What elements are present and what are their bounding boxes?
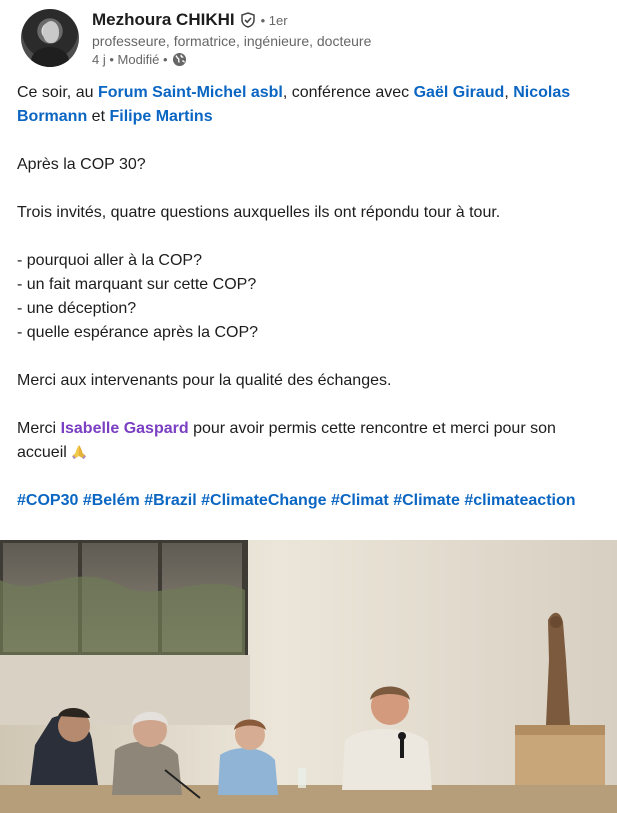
- mention-filipe-martins[interactable]: Filipe Martins: [109, 108, 212, 125]
- question-item: - un fait marquant sur cette COP?: [17, 276, 257, 293]
- thanks-line: Merci aux intervenants pour la qualité d…: [17, 372, 392, 389]
- text-segment: , conférence avec: [282, 84, 414, 101]
- author-name-row: Mezhoura CHIKHI • 1er: [92, 9, 288, 31]
- question-item: - une déception?: [17, 300, 137, 317]
- hashtag-belem[interactable]: #Belém: [83, 492, 140, 509]
- text-segment: Merci: [17, 420, 61, 437]
- text-segment: et: [87, 108, 110, 125]
- text-segment: Ce soir, au: [17, 84, 98, 101]
- mention-forum-saint-michel[interactable]: Forum Saint-Michel asbl: [98, 84, 283, 101]
- hashtag-cop30[interactable]: #COP30: [17, 492, 78, 509]
- post-text: Ce soir, au Forum Saint-Michel asbl, con…: [17, 81, 602, 513]
- post-photo[interactable]: [0, 540, 617, 813]
- question-item: - pourquoi aller à la COP?: [17, 252, 202, 269]
- question-title: Après la COP 30?: [17, 156, 146, 173]
- globe-icon: [172, 52, 186, 67]
- mention-gael-giraud[interactable]: Gaël Giraud: [414, 84, 505, 101]
- conference-photo: [0, 540, 617, 813]
- hashtag-climateaction[interactable]: #climateaction: [464, 492, 575, 509]
- post-time: 4 j • Modifié •: [92, 52, 168, 67]
- merci-line: Merci Isabelle Gaspard pour avoir permis…: [17, 417, 602, 465]
- praying-hands-icon: [71, 445, 86, 460]
- mention-isabelle-gaspard[interactable]: Isabelle Gaspard: [61, 420, 189, 437]
- text-segment: ,: [504, 84, 514, 101]
- hashtag-brazil[interactable]: #Brazil: [144, 492, 196, 509]
- intro-line: Ce soir, au Forum Saint-Michel asbl, con…: [17, 81, 602, 129]
- author-name[interactable]: Mezhoura CHIKHI: [92, 10, 235, 30]
- avatar-face: [43, 21, 59, 43]
- author-headline: professeure, formatrice, ingénieure, doc…: [92, 33, 372, 49]
- post-header: Mezhoura CHIKHI • 1er professeure, forma…: [0, 0, 617, 72]
- hashtag-climat[interactable]: #Climat: [331, 492, 389, 509]
- question-item: - quelle espérance après la COP?: [17, 324, 259, 341]
- connection-degree: • 1er: [260, 12, 288, 28]
- avatar-shoulders: [31, 47, 69, 67]
- verified-shield-icon: [240, 12, 255, 28]
- author-avatar[interactable]: [21, 9, 79, 67]
- intro-questions: Trois invités, quatre questions auxquell…: [17, 204, 501, 221]
- post-meta: 4 j • Modifié •: [92, 52, 187, 67]
- hashtag-line: #COP30 #Belém #Brazil #ClimateChange #Cl…: [17, 489, 602, 513]
- hashtag-climate[interactable]: #Climate: [393, 492, 460, 509]
- hashtag-climatechange[interactable]: #ClimateChange: [201, 492, 326, 509]
